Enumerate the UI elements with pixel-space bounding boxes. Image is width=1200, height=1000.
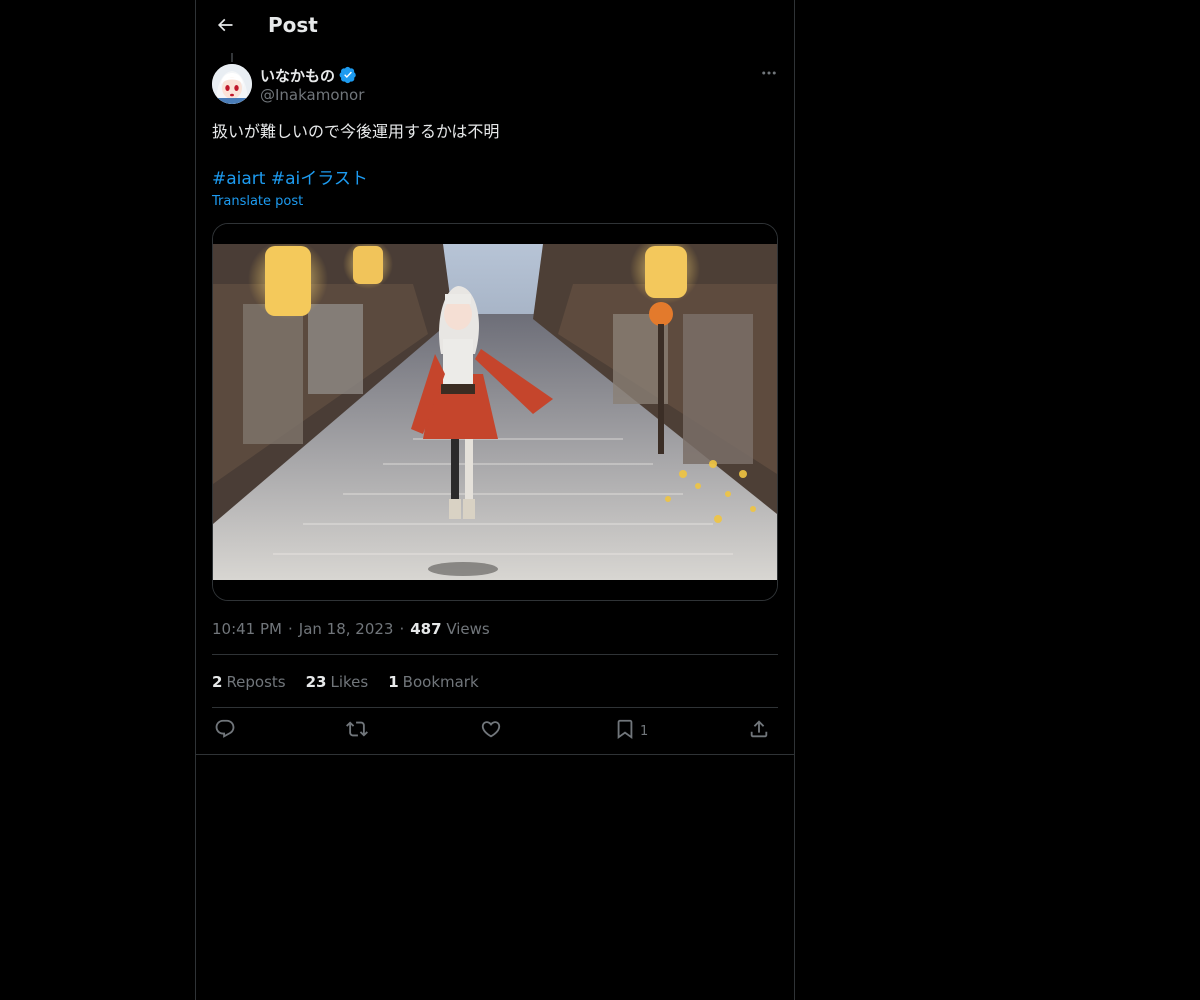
views-label: Views	[446, 620, 490, 638]
likes-stat[interactable]: 23 Likes	[306, 672, 369, 692]
reposts-count: 2	[212, 673, 223, 691]
post-bottom-border	[196, 754, 794, 755]
engagement-stats: 2 Reposts 23 Likes 1 Bookmark	[212, 672, 499, 692]
handle[interactable]: @Inakamonor	[260, 86, 364, 104]
post-date[interactable]: Jan 18, 2023	[299, 620, 394, 638]
hashtag-link[interactable]: #aiイラスト	[271, 169, 368, 189]
repost-icon	[346, 718, 368, 744]
display-name-row: いなかもの	[260, 64, 357, 86]
anime-illustration-image	[213, 224, 777, 600]
hashtags: #aiart #aiイラスト	[212, 167, 368, 191]
back-arrow-icon	[215, 15, 235, 39]
divider	[212, 707, 778, 708]
verified-badge-icon	[339, 66, 357, 84]
bookmarks-count: 1	[388, 673, 399, 691]
reposts-stat[interactable]: 2 Reposts	[212, 672, 286, 692]
hashtag-link[interactable]: #aiart	[212, 169, 265, 189]
bookmarks-label: Bookmark	[402, 673, 479, 691]
top-bar: Post	[196, 0, 794, 53]
thread-line	[231, 53, 233, 62]
action-bar: 1	[212, 716, 778, 746]
bookmark-icon	[614, 718, 636, 744]
divider	[212, 654, 778, 655]
likes-label: Likes	[330, 673, 369, 691]
display-name[interactable]: いなかもの	[260, 65, 335, 86]
more-options-button[interactable]	[756, 64, 782, 86]
reply-icon	[214, 718, 236, 744]
reposts-label: Reposts	[226, 673, 286, 691]
avatar[interactable]	[212, 64, 252, 104]
bookmarks-stat[interactable]: 1 Bookmark	[388, 672, 478, 692]
bookmark-count: 1	[640, 723, 649, 739]
like-button[interactable]	[480, 718, 502, 744]
post-column: Post いなかもの @Inakamonor 扱いが難しいので今後運用するかは不…	[195, 0, 795, 1000]
translate-post-link[interactable]: Translate post	[212, 194, 303, 209]
share-icon	[748, 718, 770, 744]
post-text: 扱いが難しいので今後運用するかは不明	[212, 122, 500, 141]
post-meta: 10:41 PM · Jan 18, 2023 · 487 Views	[212, 620, 490, 638]
views-count: 487	[410, 620, 442, 638]
page-title: Post	[268, 13, 318, 37]
repost-button[interactable]	[346, 718, 368, 744]
bookmark-button[interactable]: 1	[614, 718, 648, 744]
more-icon	[760, 64, 778, 86]
back-button[interactable]	[208, 10, 242, 44]
likes-count: 23	[305, 673, 327, 691]
like-icon	[480, 718, 502, 744]
reply-button[interactable]	[214, 718, 236, 744]
share-button[interactable]	[748, 718, 770, 744]
post-time[interactable]: 10:41 PM	[212, 620, 282, 638]
post-media-image[interactable]	[212, 223, 778, 601]
